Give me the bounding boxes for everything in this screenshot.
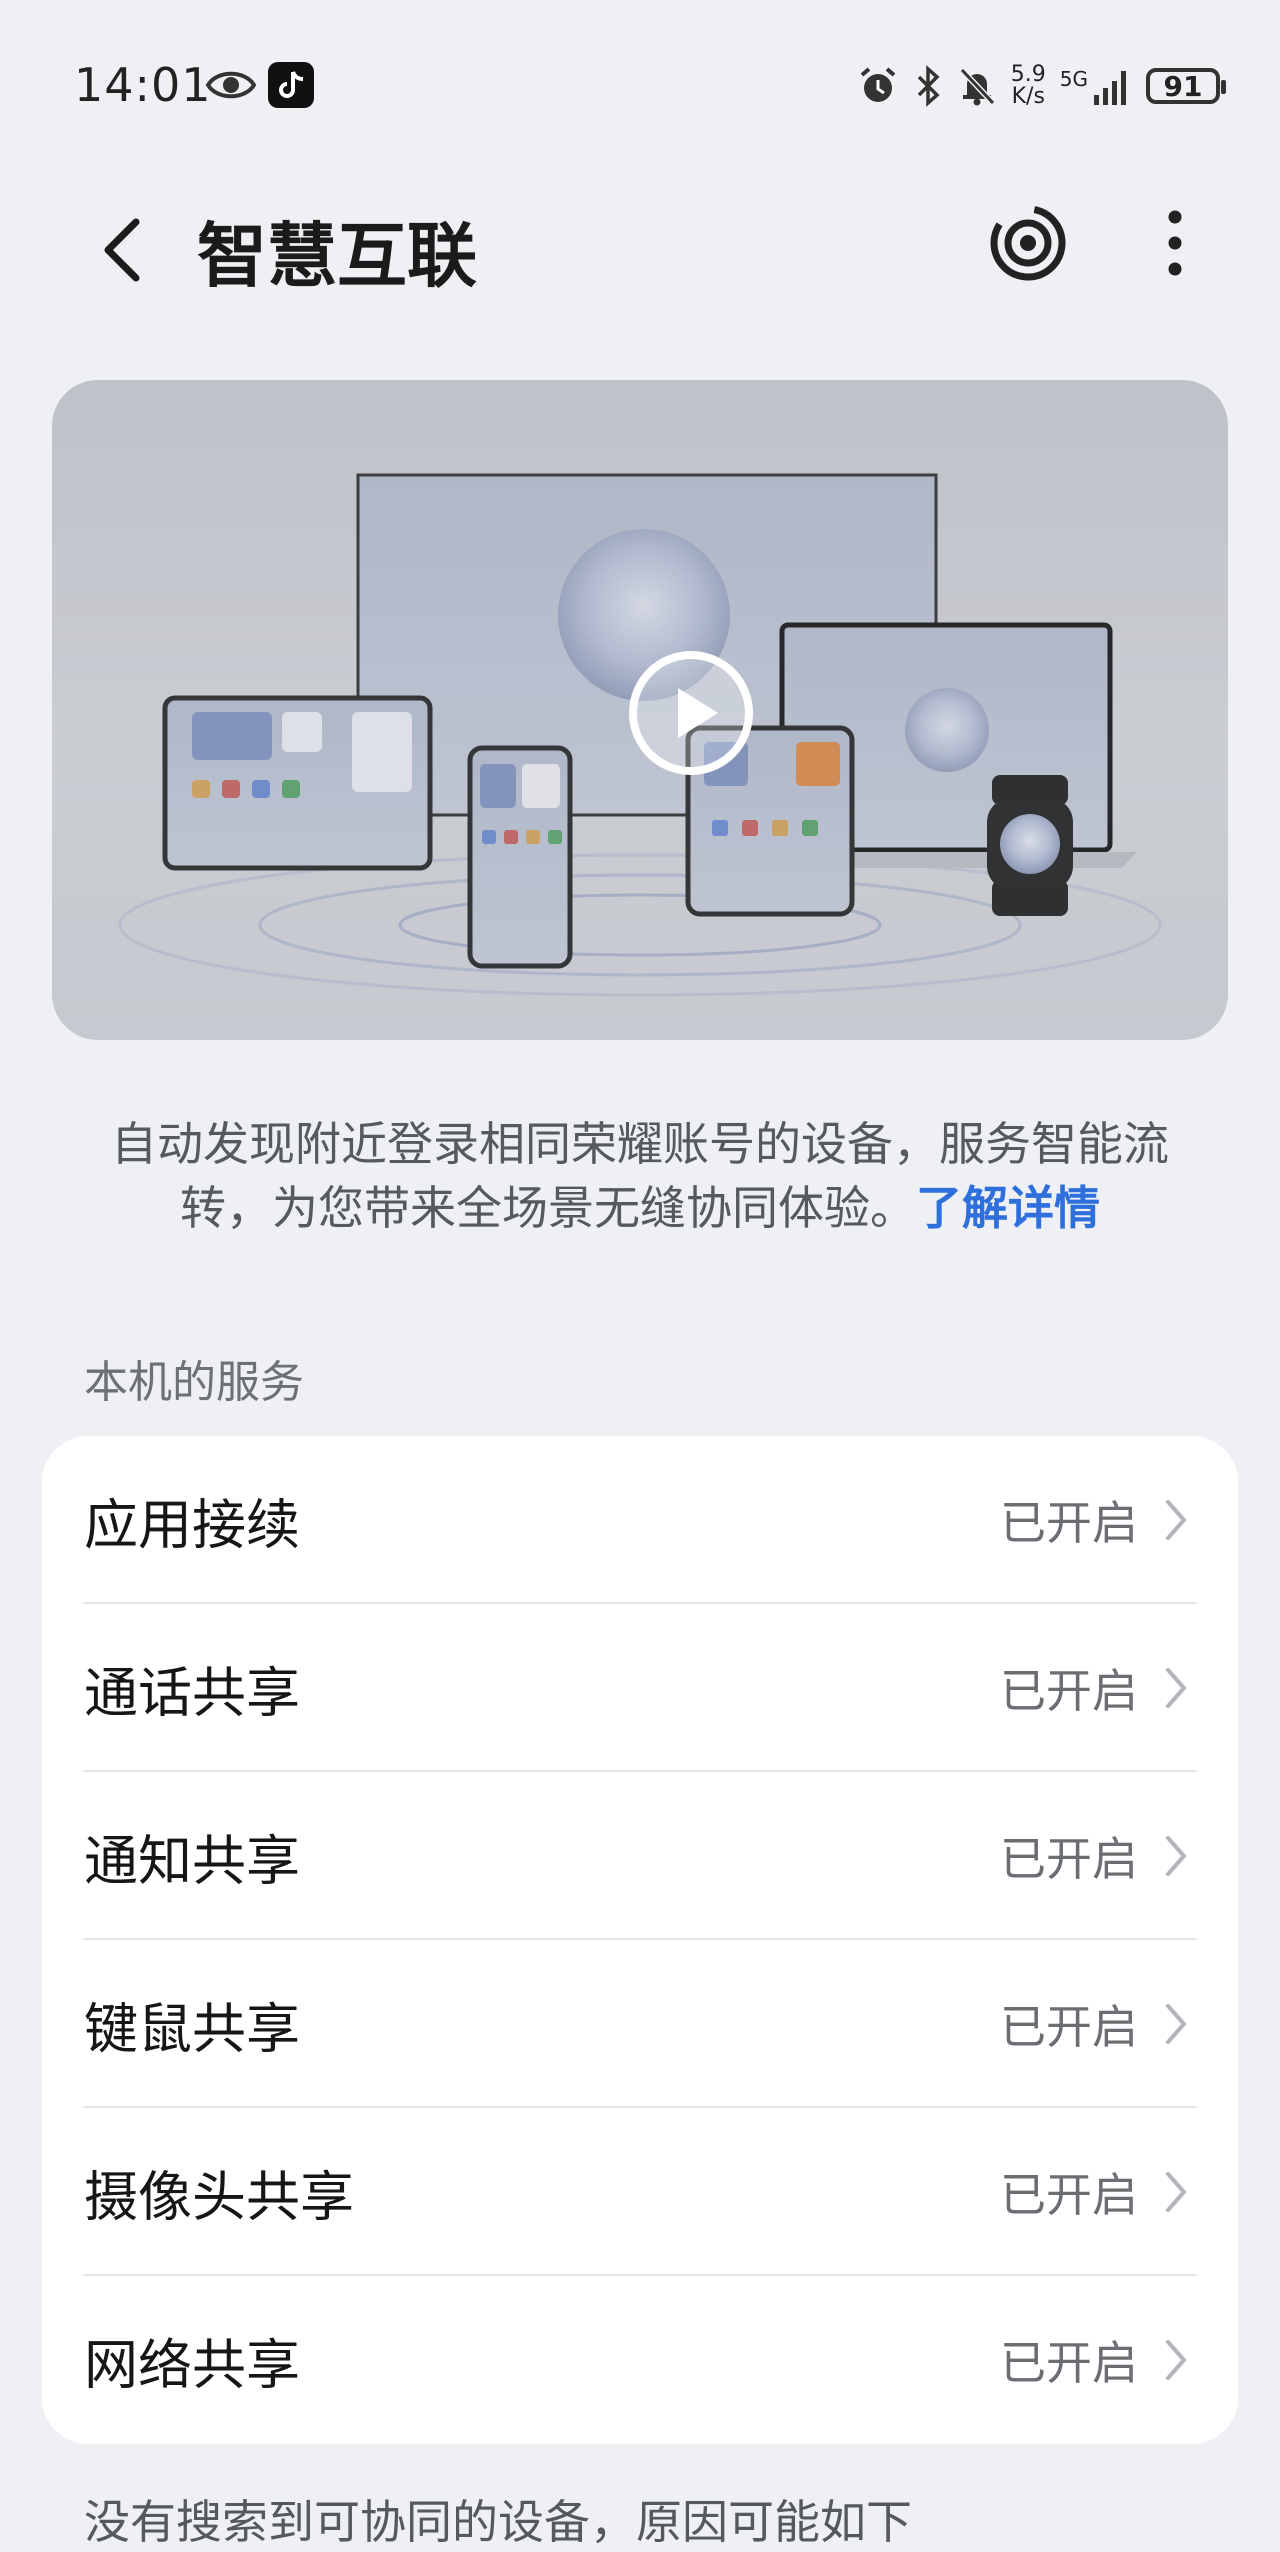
chevron-right-icon [1166,1668,1186,1708]
status-time: 14:01 [74,58,212,112]
app-header: 智慧互联 [0,170,1280,310]
battery-indicator: 91 [1146,68,1226,104]
chevron-right-icon [1166,1500,1186,1540]
service-label: 键鼠共享 [84,1997,300,2061]
tiktok-icon [268,62,314,108]
service-row-camera-sharing[interactable]: 摄像头共享 已开启 [42,2108,1238,2276]
chevron-right-icon [1166,2340,1186,2380]
page-title: 智慧互联 [197,215,477,297]
radar-scan-icon[interactable] [985,200,1071,286]
signal-indicator: 5G [1060,67,1132,105]
feature-description: 自动发现附近登录相同荣耀账号的设备，服务智能流转，为您带来全场景无缝协同体验。了… [90,1112,1190,1240]
bluetooth-icon [917,65,940,107]
alarm-icon [860,67,896,102]
play-icon[interactable] [626,648,756,778]
learn-more-link[interactable]: 了解详情 [916,1181,1100,1235]
service-row-app-continuity[interactable]: 应用接续 已开启 [42,1436,1238,1604]
service-status: 已开启 [1000,2168,1138,2222]
service-row-keyboard-mouse-sharing[interactable]: 键鼠共享 已开启 [42,1940,1238,2108]
service-label: 通知共享 [84,1829,300,1893]
service-label: 应用接续 [84,1493,300,1557]
services-card: 应用接续 已开启 通话共享 已开启 通知共享 已开启 键鼠共享 已开启 摄像头共… [42,1436,1238,2444]
service-status: 已开启 [1000,1496,1138,1550]
service-row-notification-sharing[interactable]: 通知共享 已开启 [42,1772,1238,1940]
service-status: 已开启 [1000,2000,1138,2054]
bell-muted-icon [959,67,995,106]
section-title: 本机的服务 [84,1357,304,1408]
service-label: 网络共享 [84,2333,300,2397]
eye-icon [205,71,257,99]
service-status: 已开启 [1000,1664,1138,1718]
signal-icon [1094,71,1126,105]
service-label: 通话共享 [84,1661,300,1725]
service-status: 已开启 [1000,1832,1138,1886]
network-speed: 5.9 K/s [1010,62,1046,109]
service-row-call-sharing[interactable]: 通话共享 已开启 [42,1604,1238,1772]
chevron-right-icon [1166,2004,1186,2044]
no-devices-hint: 没有搜索到可协同的设备，原因可能如下 [84,2495,912,2549]
more-options-icon[interactable] [1150,200,1200,286]
status-bar: 14:01 5.9 K/s 5G 91 [0,0,1280,170]
intro-video-banner[interactable] [52,380,1228,1040]
service-label: 摄像头共享 [84,2165,354,2229]
chevron-right-icon [1166,2172,1186,2212]
service-status: 已开启 [1000,2336,1138,2390]
chevron-right-icon [1166,1836,1186,1876]
service-row-network-sharing[interactable]: 网络共享 已开启 [42,2276,1238,2444]
back-arrow-icon[interactable] [92,208,152,292]
